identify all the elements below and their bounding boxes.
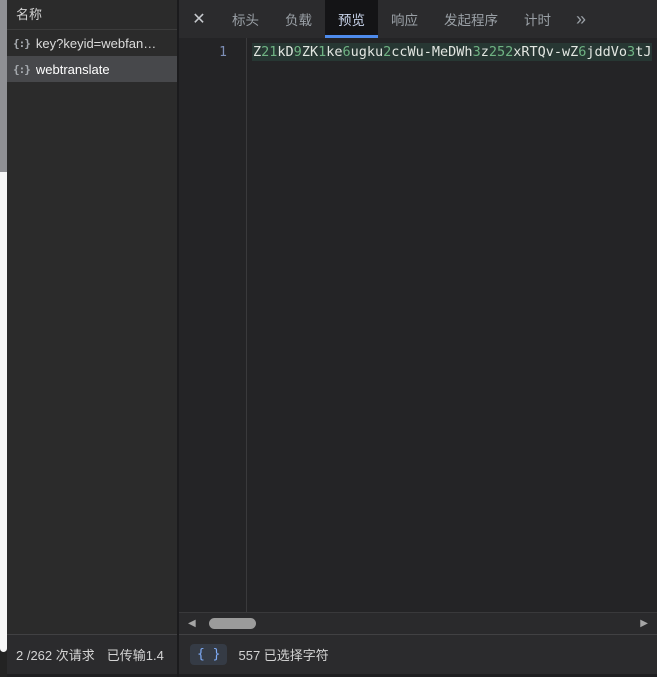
status-bar: 2 /262 次请求 已传输1.4 { } 557 已选择字符 <box>7 634 657 674</box>
scroll-right-icon[interactable]: ▶ <box>636 619 652 629</box>
json-braces-icon: {:} <box>13 63 30 76</box>
selected-text: Z21kD9ZK1ke6ugku2ccWu-MeDWh3z252xRTQv-wZ… <box>252 43 652 61</box>
code-segment: ccWu-MeDWh <box>391 44 472 60</box>
page-edge-white <box>0 172 7 652</box>
page-edge-gray <box>0 0 7 172</box>
code-segment: z <box>481 44 489 60</box>
code-segment: 1 <box>318 44 326 60</box>
request-label: webtranslate <box>36 62 110 77</box>
code-segment: xRTQv-wZ <box>513 44 578 60</box>
request-label: key?keyid=webfan… <box>36 36 156 51</box>
line-number: 1 <box>179 45 227 60</box>
requests-count: 2 /262 次请求 <box>16 645 95 664</box>
preview-editor[interactable]: 1 Z21kD9ZK1ke6ugku2ccWu-MeDWh3z252xRTQv-… <box>179 38 657 612</box>
code-segment: kD <box>277 44 293 60</box>
page-edge-strip <box>0 0 7 677</box>
tab-timing[interactable]: 计时 <box>511 0 564 38</box>
code-line: Z21kD9ZK1ke6ugku2ccWu-MeDWh3z252xRTQv-wZ… <box>252 44 652 60</box>
code-segment: 9 <box>294 44 302 60</box>
code-segment: 6 <box>342 44 350 60</box>
selected-characters-count: 557 已选择字符 <box>238 645 328 664</box>
tab-payload[interactable]: 负载 <box>272 0 325 38</box>
code-segment: ugku <box>351 44 384 60</box>
code-segment: 3 <box>627 44 635 60</box>
code-segment: jddVo <box>586 44 627 60</box>
tab-preview[interactable]: 预览 <box>325 0 378 38</box>
code-segment: ke <box>326 44 342 60</box>
request-row-key-request[interactable]: {:} key?keyid=webfan… <box>7 30 177 56</box>
detail-tabbar: ✕ 标头负载预览响应发起程序计时» <box>179 0 657 38</box>
selection-status: { } 557 已选择字符 <box>179 635 657 674</box>
request-row-webtranslate-request[interactable]: {:} webtranslate <box>7 56 177 82</box>
scroll-left-icon[interactable]: ◀ <box>184 619 200 629</box>
gutter-divider <box>246 38 247 612</box>
network-request-sidebar: 名称 {:} key?keyid=webfan… {:} webtranslate <box>7 0 177 634</box>
network-summary: 2 /262 次请求 已传输1.4 <box>7 635 177 674</box>
code-segment: 3 <box>473 44 481 60</box>
name-column-header[interactable]: 名称 <box>7 0 177 30</box>
request-detail-panel: ✕ 标头负载预览响应发起程序计时» 1 Z21kD9ZK1ke6ugku2ccW… <box>179 0 657 634</box>
json-braces-icon: {:} <box>13 37 30 50</box>
tab-initiator[interactable]: 发起程序 <box>431 0 511 38</box>
request-list: {:} key?keyid=webfan… {:} webtranslate <box>7 30 177 82</box>
more-tabs-icon[interactable]: » <box>564 0 598 38</box>
format-braces-icon[interactable]: { } <box>190 644 227 665</box>
code-segment: 21 <box>261 44 277 60</box>
close-icon[interactable]: ✕ <box>179 0 219 38</box>
transferred-size: 已传输1.4 <box>107 645 164 664</box>
code-segment: tJ <box>635 44 651 60</box>
horizontal-scrollbar[interactable]: ◀ ▶ <box>179 612 657 634</box>
code-segment: Z <box>253 44 261 60</box>
scrollbar-thumb[interactable] <box>209 618 256 629</box>
tab-response[interactable]: 响应 <box>378 0 431 38</box>
tab-headers[interactable]: 标头 <box>219 0 272 38</box>
panel-divider[interactable] <box>177 0 179 677</box>
code-segment: 252 <box>489 44 513 60</box>
code-segment: ZK <box>302 44 318 60</box>
